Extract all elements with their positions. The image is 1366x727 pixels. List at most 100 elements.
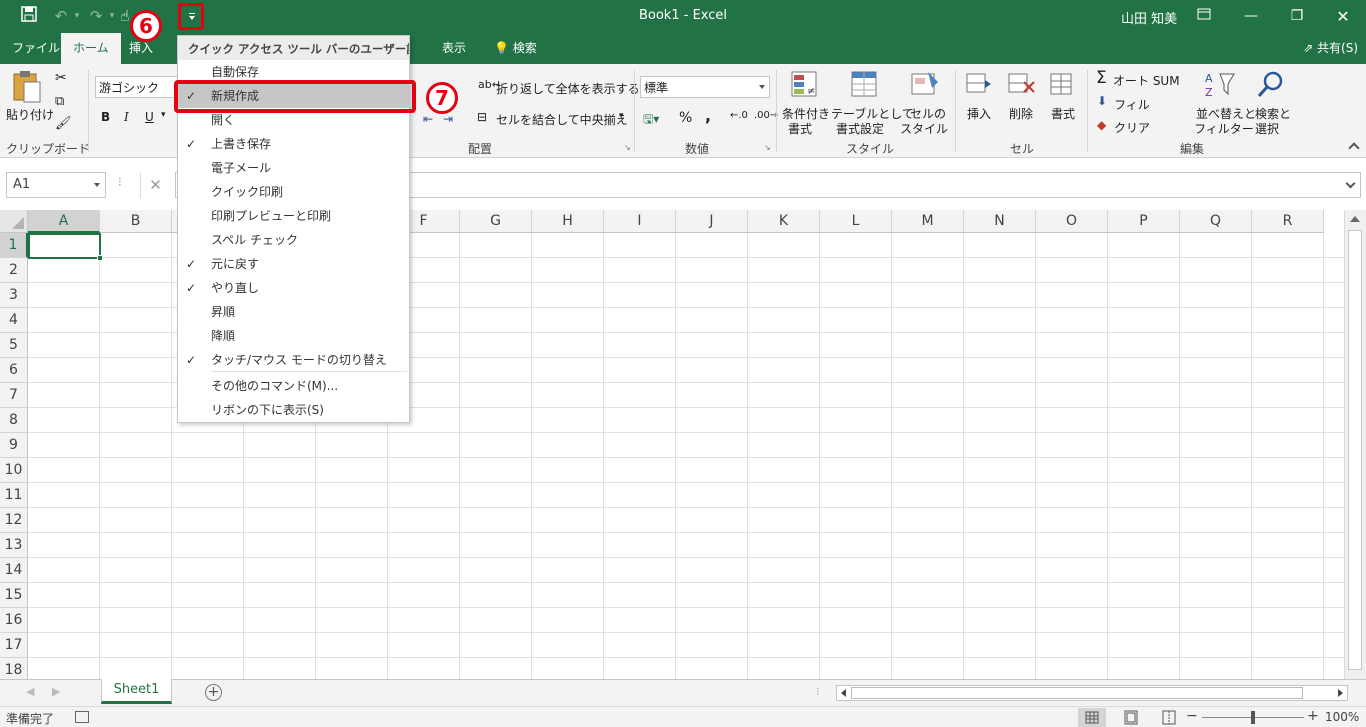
column-header-m[interactable]: M — [892, 210, 964, 233]
column-header-l[interactable]: L — [820, 210, 892, 233]
row-header-17[interactable]: 17 — [0, 633, 28, 658]
format-as-table-icon[interactable] — [850, 70, 880, 103]
fill-button[interactable]: フィル — [1114, 96, 1150, 113]
fill-handle[interactable] — [97, 255, 103, 261]
undo-dropdown-icon[interactable]: ▾ — [72, 6, 82, 26]
cut-icon[interactable]: ✂ — [55, 70, 67, 86]
page-break-view-icon[interactable] — [1155, 708, 1183, 727]
menu-item[interactable]: スペル チェック — [178, 228, 409, 252]
underline-dropdown-icon[interactable]: ▾ — [161, 110, 166, 120]
column-header-i[interactable]: I — [604, 210, 676, 233]
redo-icon[interactable]: ↷ — [85, 6, 107, 26]
ribbon-display-options-icon[interactable] — [1181, 0, 1227, 33]
menu-item[interactable]: 降順 — [178, 324, 409, 348]
find-select-label2[interactable]: 選択 — [1255, 120, 1279, 137]
column-header-j[interactable]: J — [676, 210, 748, 233]
column-header-g[interactable]: G — [460, 210, 532, 233]
vertical-scroll-thumb[interactable] — [1348, 230, 1362, 670]
sheet-next-icon[interactable]: ▶ — [52, 685, 60, 698]
cancel-icon[interactable]: ✕ — [140, 172, 170, 198]
row-header-15[interactable]: 15 — [0, 583, 28, 608]
number-format-box[interactable]: 標準 — [640, 76, 770, 98]
autosum-button[interactable]: オート SUM — [1113, 72, 1180, 89]
column-header-b[interactable]: B — [100, 210, 172, 233]
macro-record-icon[interactable] — [75, 711, 89, 723]
delete-cells-label[interactable]: 削除 — [1009, 105, 1033, 122]
sort-filter-icon[interactable]: AZ — [1204, 70, 1236, 103]
wrap-text-button[interactable]: 折り返して全体を表示する — [496, 80, 640, 97]
number-dialog-launcher-icon[interactable]: ↘ — [764, 143, 771, 152]
tab-split-handle[interactable]: ⁝ — [816, 685, 820, 698]
expand-formula-bar-icon[interactable] — [1345, 178, 1356, 189]
redo-dropdown-icon[interactable]: ▾ — [107, 6, 117, 26]
row-header-7[interactable]: 7 — [0, 383, 28, 408]
zoom-out-button[interactable]: − — [1186, 708, 1198, 724]
row-header-4[interactable]: 4 — [0, 308, 28, 333]
alignment-dialog-launcher-icon[interactable]: ↘ — [624, 143, 631, 152]
close-icon[interactable]: ✕ — [1320, 0, 1366, 33]
menu-item[interactable]: ✓ 上書き保存 — [178, 132, 409, 156]
format-as-table-label2[interactable]: 書式設定 — [836, 120, 884, 137]
restore-icon[interactable]: ❐ — [1274, 0, 1320, 33]
scroll-left-icon[interactable] — [841, 689, 846, 697]
percent-style-button[interactable]: % — [679, 110, 692, 126]
select-all-button[interactable] — [0, 210, 28, 233]
name-box[interactable]: A1 — [6, 172, 106, 198]
insert-cells-icon[interactable] — [965, 70, 993, 101]
column-header-p[interactable]: P — [1108, 210, 1180, 233]
page-layout-view-icon[interactable] — [1117, 708, 1145, 727]
accounting-format-icon[interactable]: 🖫▾ — [643, 110, 659, 131]
comma-style-button[interactable]: , — [705, 106, 711, 125]
row-header-6[interactable]: 6 — [0, 358, 28, 383]
decrease-decimal-icon[interactable]: .00→ — [754, 110, 778, 121]
format-cells-icon[interactable] — [1049, 70, 1077, 101]
tab-view[interactable]: 表示 — [430, 33, 478, 64]
row-header-3[interactable]: 3 — [0, 283, 28, 308]
menu-item[interactable]: リボンの下に表示(S) — [178, 398, 409, 422]
merge-dropdown-icon[interactable]: ▾ — [619, 111, 624, 121]
save-icon[interactable] — [18, 6, 40, 26]
zoom-in-button[interactable]: + — [1307, 708, 1319, 724]
column-header-n[interactable]: N — [964, 210, 1036, 233]
row-header-16[interactable]: 16 — [0, 608, 28, 633]
autosum-icon[interactable]: Σ — [1096, 68, 1107, 88]
column-header-r[interactable]: R — [1252, 210, 1324, 233]
row-header-1[interactable]: 1 — [0, 233, 28, 258]
merge-center-icon[interactable]: ⊟ — [477, 110, 487, 124]
row-header-5[interactable]: 5 — [0, 333, 28, 358]
menu-item[interactable]: ✓ やり直し — [178, 276, 409, 300]
bold-button[interactable]: B — [101, 110, 110, 124]
increase-decimal-icon[interactable]: ←.0 — [730, 110, 748, 121]
user-name[interactable]: 山田 知美 — [1121, 8, 1177, 27]
tab-home[interactable]: ホーム — [61, 33, 121, 64]
font-name-box[interactable]: 游ゴシック — [95, 76, 179, 98]
cell-styles-icon[interactable] — [910, 70, 940, 103]
menu-item[interactable]: 電子メール — [178, 156, 409, 180]
menu-item[interactable]: ✓ 元に戻す — [178, 252, 409, 276]
fill-icon[interactable]: ⬇ — [1097, 94, 1107, 108]
add-sheet-button[interactable]: + — [205, 684, 222, 701]
share-button[interactable]: ⇗ 共有(S) — [1303, 33, 1358, 64]
zoom-level[interactable]: 100% — [1325, 710, 1359, 724]
row-header-2[interactable]: 2 — [0, 258, 28, 283]
row-header-10[interactable]: 10 — [0, 458, 28, 483]
conditional-formatting-icon[interactable]: ≠ — [790, 70, 820, 103]
italic-button[interactable]: I — [124, 110, 129, 124]
row-header-13[interactable]: 13 — [0, 533, 28, 558]
formula-bar-resize-handle[interactable]: ⁝ — [118, 175, 122, 189]
customize-quick-access-button[interactable] — [178, 3, 204, 30]
increase-indent-icon[interactable]: ⇥ — [443, 112, 453, 126]
normal-view-icon[interactable] — [1078, 708, 1106, 727]
find-select-icon[interactable] — [1256, 70, 1286, 103]
row-header-9[interactable]: 9 — [0, 433, 28, 458]
scroll-up-icon[interactable] — [1350, 216, 1360, 222]
column-header-h[interactable]: H — [532, 210, 604, 233]
column-header-a[interactable]: A — [28, 210, 100, 233]
sheet-tab-sheet1[interactable]: Sheet1 — [101, 679, 172, 704]
cell-styles-label2[interactable]: スタイル — [900, 120, 948, 137]
clear-button[interactable]: クリア — [1114, 119, 1150, 136]
format-painter-icon[interactable]: 🖌 — [55, 116, 72, 131]
menu-item[interactable]: クイック印刷 — [178, 180, 409, 204]
insert-cells-label[interactable]: 挿入 — [967, 105, 991, 122]
column-header-k[interactable]: K — [748, 210, 820, 233]
